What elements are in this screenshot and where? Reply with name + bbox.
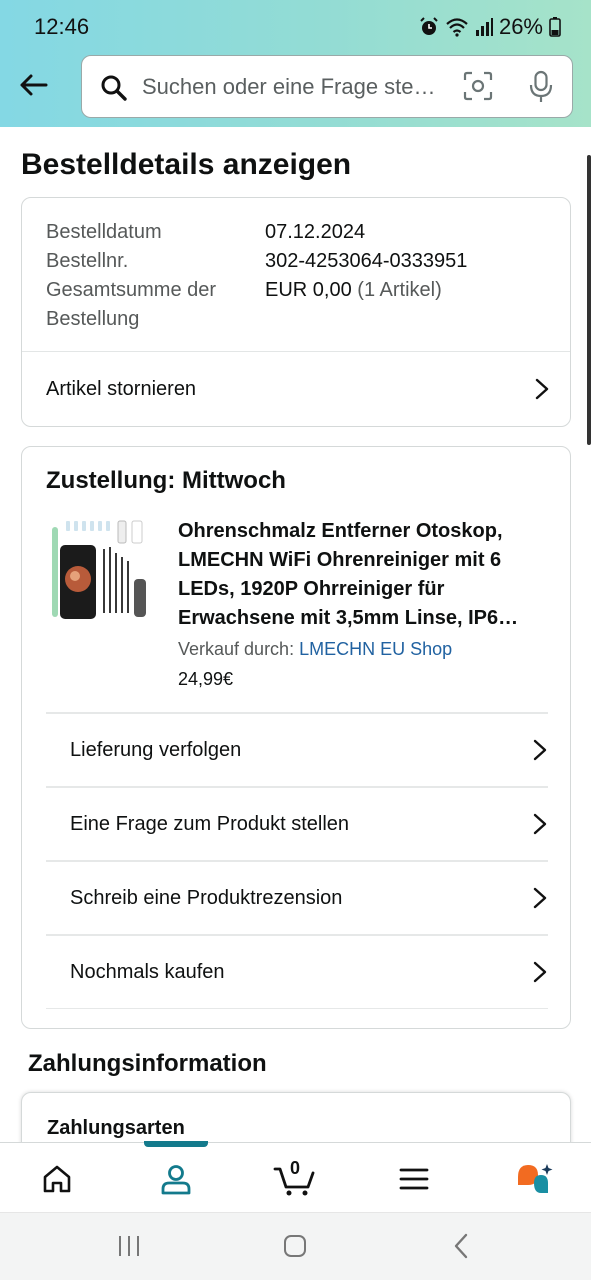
payment-heading: Zahlungsinformation xyxy=(28,1050,267,1077)
recent-apps-icon[interactable] xyxy=(117,1233,141,1259)
sold-by-label: Verkauf durch: xyxy=(178,639,295,659)
chevron-right-icon xyxy=(533,887,547,909)
sold-by: Verkauf durch: LMECHN EU Shop xyxy=(178,639,452,660)
search-icon xyxy=(101,75,127,101)
wifi-icon xyxy=(446,18,468,37)
chevron-right-icon xyxy=(533,961,547,983)
camera-scan-icon[interactable] xyxy=(463,71,493,101)
order-total-items: (1 Artikel) xyxy=(357,279,442,301)
status-icons: 26% xyxy=(419,14,561,40)
home-icon xyxy=(43,1165,71,1193)
back-nav-icon[interactable] xyxy=(452,1233,470,1259)
chevron-right-icon xyxy=(533,813,547,835)
top-bar: 12:46 26% xyxy=(0,0,591,127)
cancel-items-label: Artikel stornieren xyxy=(46,377,197,400)
tab-menu[interactable] xyxy=(392,1157,436,1201)
order-summary-card: Bestelldatum 07.12.2024 Bestellnr. 302-4… xyxy=(21,197,571,427)
alarm-icon xyxy=(420,17,438,35)
active-tab-indicator xyxy=(144,1141,208,1147)
write-review-label: Schreib eine Produktrezension xyxy=(70,886,343,909)
product-image[interactable] xyxy=(48,517,154,627)
search-bar[interactable] xyxy=(81,55,573,118)
search-input[interactable] xyxy=(142,68,452,106)
status-bar: 12:46 26% xyxy=(0,0,591,52)
divider xyxy=(46,1008,548,1009)
order-total-amount: EUR 0,00 xyxy=(265,279,352,301)
signal-icon xyxy=(475,18,493,36)
order-date-value: 07.12.2024 xyxy=(265,221,366,243)
cart-count: 0 xyxy=(290,1158,301,1178)
order-total-label-line2: Bestellung xyxy=(46,308,140,330)
track-delivery-label: Lieferung verfolgen xyxy=(70,738,242,761)
chevron-right-icon xyxy=(533,739,547,761)
menu-icon xyxy=(399,1168,429,1190)
account-icon xyxy=(161,1165,191,1195)
order-total-label-line1: Gesamtsumme der xyxy=(46,279,217,301)
payment-methods-card[interactable]: Zahlungsarten xyxy=(21,1092,571,1142)
order-total-value: EUR 0,00 (1 Artikel) xyxy=(265,276,442,305)
scroll-indicator[interactable] xyxy=(587,155,591,445)
ask-question-label: Eine Frage zum Produkt stellen xyxy=(70,812,350,835)
delivery-heading: Zustellung: Mittwoch xyxy=(46,467,286,494)
product-price: 24,99€ xyxy=(178,669,234,689)
tab-account[interactable] xyxy=(154,1157,198,1201)
battery-icon xyxy=(549,17,561,37)
microphone-icon[interactable] xyxy=(528,70,554,104)
cancel-items-link[interactable]: Artikel stornieren xyxy=(22,352,570,426)
ask-product-question-link[interactable]: Eine Frage zum Produkt stellen xyxy=(70,788,548,860)
write-review-link[interactable]: Schreib eine Produktrezension xyxy=(70,862,548,934)
order-number-label: Bestellnr. xyxy=(46,250,129,272)
seller-link[interactable]: LMECHN EU Shop xyxy=(299,639,452,659)
buy-again-label: Nochmals kaufen xyxy=(70,960,225,983)
battery-percent: 26% xyxy=(498,14,543,39)
delivery-card: Zustellung: Mittwoch Ohrenschmalz Entfer… xyxy=(21,446,571,1029)
system-navigation-bar xyxy=(0,1212,591,1280)
ai-assistant-icon xyxy=(518,1164,553,1193)
tab-home[interactable] xyxy=(35,1157,79,1201)
page-title: Bestelldetails anzeigen xyxy=(21,148,352,181)
home-nav-icon[interactable] xyxy=(283,1233,307,1259)
tab-assistant[interactable] xyxy=(512,1157,556,1201)
order-date-label: Bestelldatum xyxy=(46,221,162,243)
track-delivery-link[interactable]: Lieferung verfolgen xyxy=(70,714,548,786)
product-title[interactable]: Ohrenschmalz Entferner Otoskop, LMECHN W… xyxy=(178,517,548,633)
payment-methods-label: Zahlungsarten xyxy=(47,1117,185,1139)
buy-again-link[interactable]: Nochmals kaufen xyxy=(70,936,548,1008)
status-time: 12:46 xyxy=(34,14,90,39)
order-number-value: 302-4253064-0333951 xyxy=(265,250,468,272)
chevron-right-icon xyxy=(535,378,549,400)
back-button[interactable] xyxy=(14,66,52,104)
arrow-left-icon xyxy=(20,74,48,96)
order-details-content[interactable]: Bestelldetails anzeigen Bestelldatum 07.… xyxy=(0,127,591,1142)
